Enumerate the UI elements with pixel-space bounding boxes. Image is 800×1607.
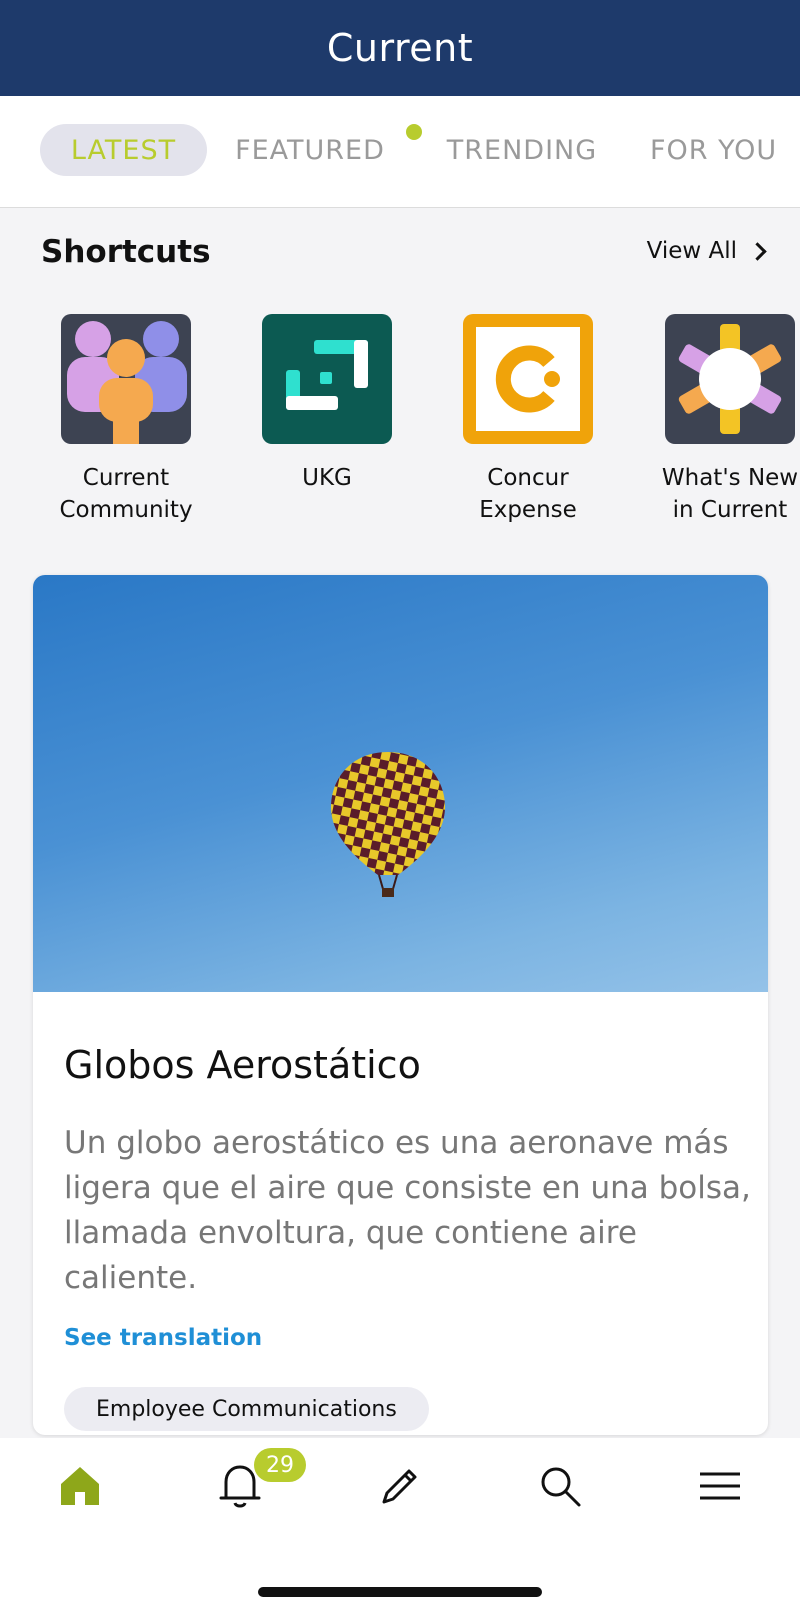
- ukg-logo-icon: [262, 314, 392, 444]
- view-all-label: View All: [646, 238, 737, 264]
- tab-bar: LATEST FEATURED TRENDING FOR YOU: [0, 96, 800, 208]
- post-tag[interactable]: Employee Communications: [64, 1387, 429, 1431]
- tab-featured[interactable]: FEATURED: [235, 124, 385, 176]
- tab-for-you[interactable]: FOR YOU: [650, 124, 800, 176]
- search-icon: [541, 1467, 581, 1507]
- shortcut-label: Concur Expense: [479, 465, 577, 523]
- nav-compose[interactable]: [370, 1456, 430, 1516]
- shortcut-ukg[interactable]: UKG: [227, 314, 427, 494]
- sparkle-icon: [665, 314, 795, 444]
- chevron-right-icon: [748, 241, 767, 261]
- app-header: Current: [0, 0, 800, 96]
- concur-logo-icon: [463, 314, 593, 444]
- shortcut-whats-new[interactable]: What's New in Current: [630, 314, 800, 526]
- post-card[interactable]: Globos Aerostático Un globo aerostático …: [33, 575, 768, 1435]
- menu-icon: [700, 1472, 740, 1500]
- pencil-icon: [382, 1469, 417, 1504]
- notification-badge: 29: [254, 1448, 306, 1482]
- see-translation-link[interactable]: See translation: [64, 1325, 262, 1351]
- nav-home[interactable]: [50, 1456, 110, 1516]
- tab-trending[interactable]: TRENDING: [442, 124, 602, 176]
- shortcut-concur-expense[interactable]: Concur Expense: [428, 314, 628, 526]
- post-title: Globos Aerostático: [64, 1043, 421, 1087]
- hot-air-balloon-image: [33, 575, 768, 992]
- post-text: Un globo aerostático es una aeronave más…: [64, 1125, 751, 1296]
- shortcut-label: Current Community: [59, 465, 193, 523]
- app-title: Current: [326, 26, 474, 70]
- shortcuts-title: Shortcuts: [41, 234, 211, 270]
- shortcut-current-community[interactable]: Current Community: [26, 314, 226, 526]
- home-icon: [61, 1467, 99, 1505]
- shortcut-label: What's New in Current: [661, 465, 799, 523]
- tab-latest[interactable]: LATEST: [40, 124, 207, 176]
- view-all-link[interactable]: View All: [646, 238, 767, 264]
- nav-search[interactable]: [530, 1456, 590, 1516]
- people-group-icon: [61, 314, 191, 444]
- nav-menu[interactable]: [690, 1456, 750, 1516]
- home-indicator: [258, 1587, 542, 1597]
- bottom-nav: 29: [0, 1438, 800, 1607]
- shortcut-label: UKG: [302, 465, 352, 491]
- unread-dot: [406, 124, 422, 140]
